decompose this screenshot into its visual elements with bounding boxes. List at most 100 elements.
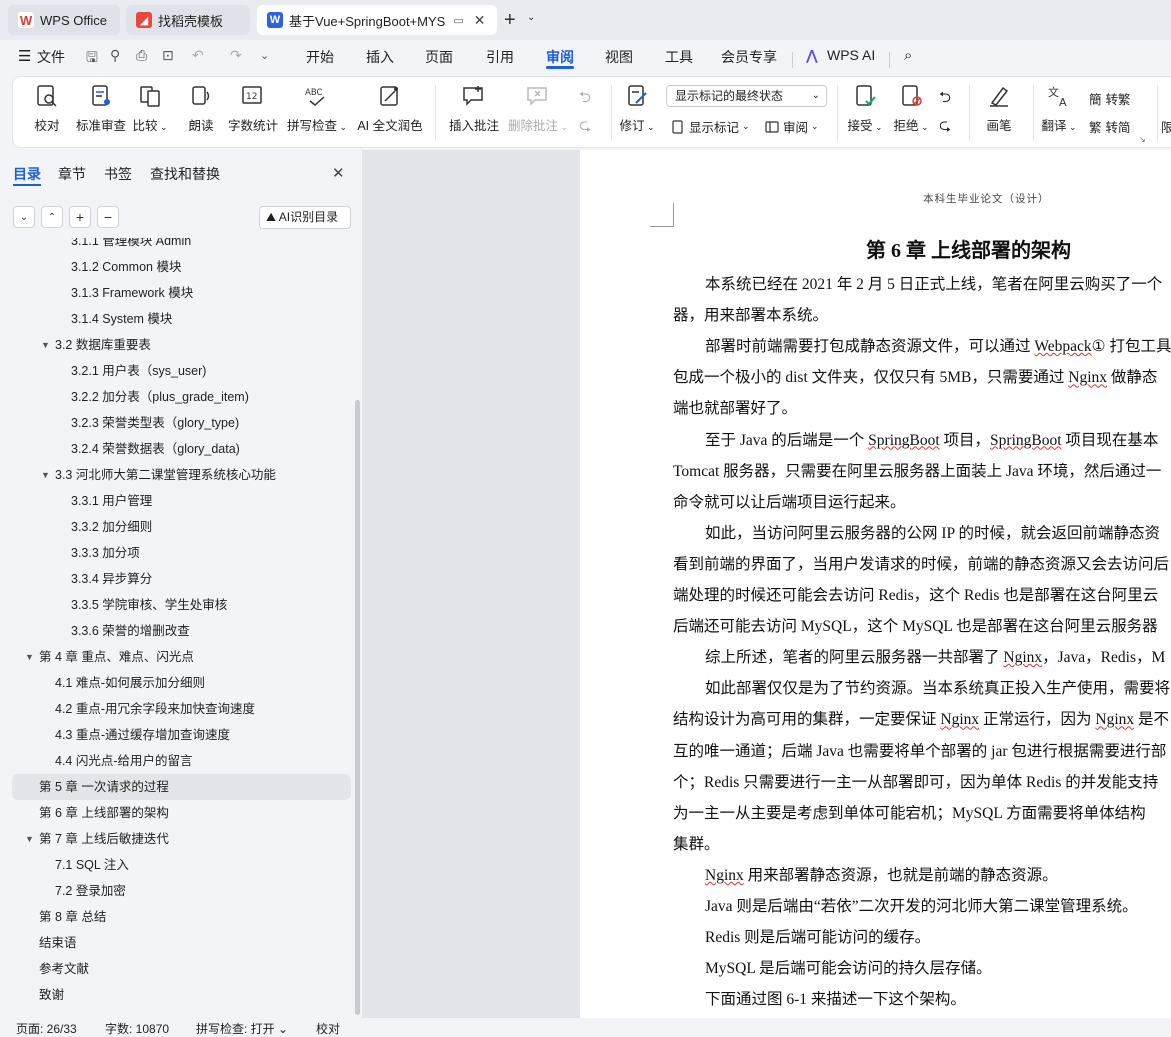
add-heading-button[interactable]: + xyxy=(69,206,91,228)
menu-tools[interactable]: 工具 xyxy=(665,47,693,67)
compare-button[interactable]: 比较 ⌄ xyxy=(125,83,175,134)
menu-review-active[interactable]: 审阅 xyxy=(546,47,574,67)
document-page[interactable]: 本科生毕业论文（设计） 第 6 章 上线部署的架构 本系统已经在 2021 年 … xyxy=(580,150,1171,1018)
insert-comment-button[interactable]: 插入批注 xyxy=(445,83,503,134)
menu-reference[interactable]: 引用 xyxy=(486,47,514,67)
toc-item[interactable]: 3.3.6 荣誉的增删改查 xyxy=(71,618,190,644)
translate-button[interactable]: 文A 翻译 ⌄ xyxy=(1035,83,1083,134)
save-icon[interactable]: 🖫 xyxy=(86,47,98,71)
next-comment-icon[interactable]: ⮎ xyxy=(579,115,591,140)
read-aloud-button[interactable]: 朗读 xyxy=(171,83,231,134)
toc-scrollbar[interactable] xyxy=(355,400,360,1015)
previous-comment-icon[interactable]: ⮌ xyxy=(579,87,591,112)
menu-file[interactable]: 文件 xyxy=(37,47,65,67)
toc-item[interactable]: 4.2 重点-用冗余字段来加快查询速度 xyxy=(55,696,255,722)
expand-group-icon[interactable]: ↘ xyxy=(1139,135,1146,144)
review-pane-button[interactable]: 审阅 ⌄ xyxy=(765,117,819,136)
previous-change-icon[interactable]: ⮌ xyxy=(939,87,951,112)
spell-check-button[interactable]: ABC 拼写检查 ⌄ xyxy=(285,83,349,134)
ai-toc-button[interactable]: ⛰ AI识别目录 xyxy=(259,206,351,229)
toc-item[interactable]: 3.1.1 管理模块 Admin xyxy=(71,238,191,254)
toc-item[interactable]: 第 5 章 一次请求的过程 xyxy=(12,774,351,800)
ai-polish-button[interactable]: AI 全文润色 xyxy=(353,83,427,134)
to-traditional-button[interactable]: 簡 转繁 xyxy=(1089,89,1131,108)
toc-item[interactable]: 3.3.5 学院审核、学生处审核 xyxy=(71,592,227,618)
toc-item[interactable]: 3.3.2 加分细则 xyxy=(71,514,152,540)
toc-item[interactable]: 第 6 章 上线部署的架构 xyxy=(39,800,169,826)
toc-item[interactable]: 致谢 xyxy=(39,982,64,1008)
menu-view[interactable]: 视图 xyxy=(605,47,633,67)
menu-member[interactable]: 会员专享 xyxy=(721,47,777,67)
proofread-indicator[interactable]: 校对 xyxy=(316,1020,340,1037)
toc-item[interactable]: 3.2 数据库重要表 xyxy=(55,332,151,358)
toc-item[interactable]: 3.2.4 荣誉数据表（glory_data) xyxy=(71,436,240,462)
menu-start[interactable]: 开始 xyxy=(306,47,334,67)
toc-item[interactable]: 4.1 难点-如何展示加分细则 xyxy=(55,670,205,696)
word-count-button[interactable]: 12 字数统计 xyxy=(223,83,283,134)
close-panel-icon[interactable]: ✕ xyxy=(332,164,345,182)
spell-check-indicator[interactable]: 拼写检查: 打开 ⌄ xyxy=(196,1020,288,1037)
expand-caret-icon[interactable]: ▼ xyxy=(25,834,34,844)
toc-item[interactable]: 3.2.1 用户表（sys_user) xyxy=(71,358,206,384)
expand-up-button[interactable]: ⌃ xyxy=(41,206,63,228)
collapse-all-button[interactable]: ⌄ xyxy=(13,206,35,228)
expand-caret-icon[interactable]: ▼ xyxy=(41,470,50,480)
tab-wps-office[interactable]: W WPS Office xyxy=(8,5,120,35)
chevron-down-icon[interactable]: ⌄ xyxy=(527,12,535,23)
toc-item[interactable]: 3.3.1 用户管理 xyxy=(71,488,152,514)
share-icon[interactable]: ⚲ xyxy=(110,47,120,64)
toc-item[interactable]: 第 8 章 总结 xyxy=(39,904,106,930)
menu-wps-ai[interactable]: WPS AI xyxy=(827,47,875,63)
toc-item[interactable]: 3.1.2 Common 模块 xyxy=(71,254,181,280)
menu-insert[interactable]: 插入 xyxy=(366,47,394,67)
quick-access-dropdown-icon[interactable]: ⌄ xyxy=(260,49,269,62)
accept-button[interactable]: 接受 ⌄ xyxy=(841,83,889,134)
delete-comment-button[interactable]: 删除批注 ⌄ xyxy=(507,83,569,134)
expand-caret-icon[interactable]: ▼ xyxy=(25,652,34,662)
pen-button[interactable]: 画笔 xyxy=(975,83,1023,134)
toc-item[interactable]: 7.2 登录加密 xyxy=(55,878,126,904)
toc-item[interactable]: 4.4 闪光点-给用户的留言 xyxy=(55,748,193,774)
expand-caret-icon[interactable]: ▼ xyxy=(41,340,50,350)
undo-icon[interactable]: ↶ xyxy=(192,47,204,64)
markup-display-select[interactable]: 显示标记的最终状态 ⌄ xyxy=(666,85,827,107)
toc-item[interactable]: 结束语 xyxy=(39,930,77,956)
toc-item[interactable]: 3.3.3 加分项 xyxy=(71,540,140,566)
tab-docer-templates[interactable]: ◢ 找稻壳模板 xyxy=(126,5,250,35)
menu-page[interactable]: 页面 xyxy=(425,47,453,67)
track-changes-button[interactable]: 修订 ⌄ xyxy=(613,83,661,134)
word-count-indicator[interactable]: 字数: 10870 xyxy=(105,1020,169,1037)
tab-toc-active[interactable]: 目录 xyxy=(13,164,41,184)
toc-item[interactable]: 3.1.4 System 模块 xyxy=(71,306,172,332)
print-preview-icon[interactable]: ⊡ xyxy=(162,47,174,64)
standard-review-button[interactable]: 标准审查 xyxy=(71,83,131,134)
redo-icon[interactable]: ↷ xyxy=(230,47,242,64)
toc-item[interactable]: 4.3 重点-通过缓存增加查询速度 xyxy=(55,722,230,748)
toc-item[interactable]: 7.1 SQL 注入 xyxy=(55,852,129,878)
monitor-icon[interactable]: ▭ xyxy=(453,14,463,27)
search-icon[interactable]: ⌕ xyxy=(904,47,912,64)
to-simplified-button[interactable]: 繁 转简 xyxy=(1089,117,1131,136)
tab-sections[interactable]: 章节 xyxy=(58,164,86,184)
toc-item[interactable]: 第 4 章 重点、难点、闪光点 xyxy=(39,644,194,670)
show-markup-button[interactable]: 显示标记 ⌄ xyxy=(671,117,750,136)
proofread-button[interactable]: 校对 xyxy=(17,83,77,134)
toc-item[interactable]: 参考文献 xyxy=(39,956,89,982)
next-change-icon[interactable]: ⮎ xyxy=(939,115,951,140)
print-icon[interactable]: ⎙ xyxy=(136,47,147,64)
toc-item[interactable]: 第 7 章 上线后敏捷迭代 xyxy=(39,826,169,852)
toc-item[interactable]: 3.2.3 荣誉类型表（glory_type) xyxy=(71,410,239,436)
reject-button[interactable]: 拒绝 ⌄ xyxy=(887,83,935,134)
page-indicator[interactable]: 页面: 26/33 xyxy=(16,1020,77,1037)
toc-item[interactable]: 3.1.3 Framework 模块 xyxy=(71,280,193,306)
limit-editing-button[interactable]: 限 xyxy=(1161,117,1171,136)
hamburger-icon[interactable]: ☰ xyxy=(18,47,31,65)
close-tab-icon[interactable]: ✕ xyxy=(474,12,486,29)
tab-bookmarks[interactable]: 书签 xyxy=(104,164,132,184)
remove-heading-button[interactable]: − xyxy=(97,206,119,228)
tab-document-active[interactable]: W 基于Vue+SpringBoot+MYS ▭ ✕ xyxy=(257,5,497,35)
toc-item[interactable]: 3.2.2 加分表（plus_grade_item) xyxy=(71,384,249,410)
tab-find-replace[interactable]: 查找和替换 xyxy=(150,164,220,184)
new-tab-icon[interactable]: + xyxy=(504,9,516,32)
toc-item[interactable]: 3.3.4 异步算分 xyxy=(71,566,152,592)
